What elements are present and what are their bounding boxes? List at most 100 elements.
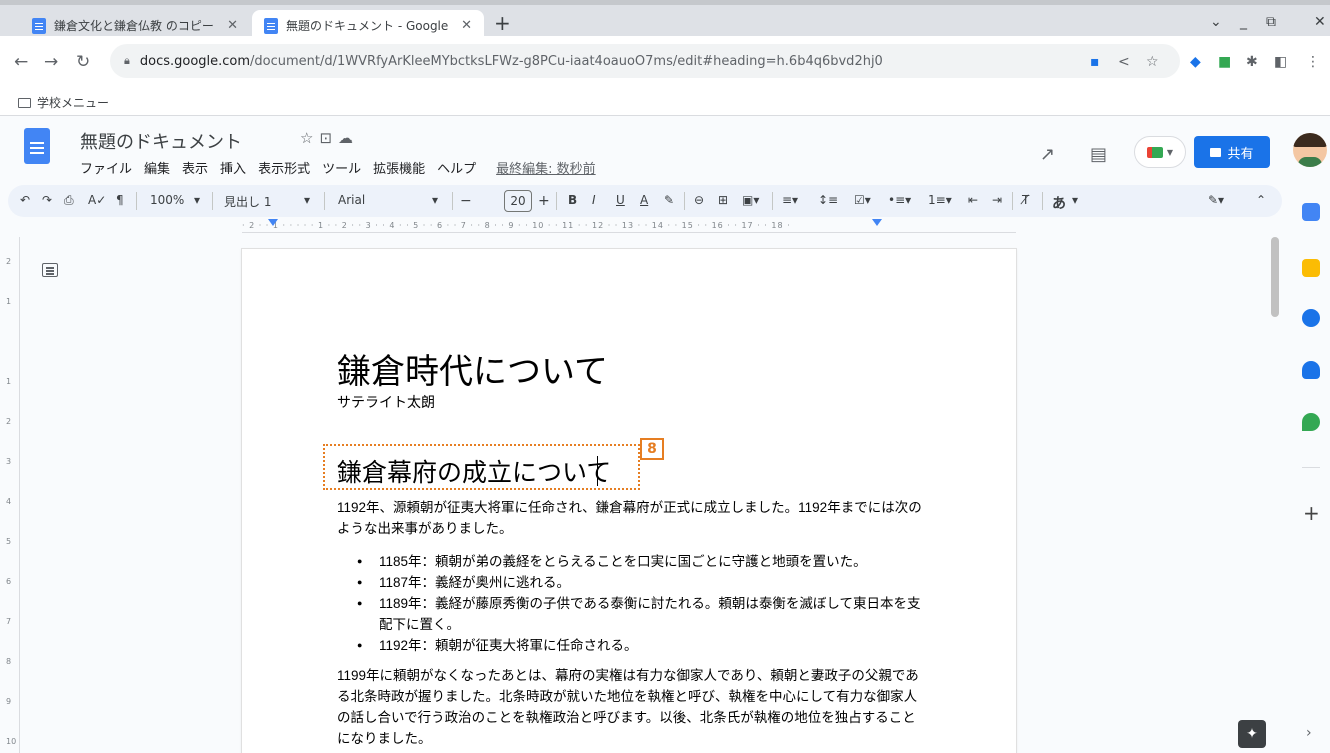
tab-search-icon[interactable]: ⌄ (1210, 14, 1222, 30)
zoom-select[interactable]: 100% (150, 193, 184, 207)
list-item[interactable]: 1192年：頼朝が征夷大将軍に任命される。 (337, 635, 927, 656)
add-addon-icon[interactable]: + (1303, 501, 1320, 525)
menu-tools[interactable]: ツール (322, 158, 361, 177)
underline-button[interactable]: U (616, 193, 625, 207)
bookmark-folder[interactable]: 学校メニュー (18, 94, 109, 111)
bold-button[interactable]: B (568, 193, 577, 207)
chevron-down-icon[interactable]: ▾ (194, 193, 200, 207)
close-icon[interactable]: ✕ (461, 18, 472, 33)
docs-offline-icon[interactable]: ▪ (1090, 54, 1100, 70)
collapse-menu-icon[interactable]: ⌃ (1256, 193, 1266, 207)
reload-icon[interactable]: ↻ (76, 52, 90, 72)
menu-file[interactable]: ファイル (80, 158, 132, 177)
menu-edit[interactable]: 編集 (144, 158, 170, 177)
menu-help[interactable]: ヘルプ (437, 158, 476, 177)
paragraph[interactable]: 1192年、源頼朝が征夷大将軍に任命され、鎌倉幕府が正式に成立しました。1192… (337, 497, 927, 539)
font-select[interactable]: Arial (338, 193, 365, 207)
list-item[interactable]: 1187年：義経が奥州に逃れる。 (337, 572, 927, 593)
menu-extensions[interactable]: 拡張機能 (373, 158, 425, 177)
document-title[interactable]: 無題のドキュメント (80, 128, 242, 154)
numbered-list-icon[interactable]: 1≡▾ (928, 193, 952, 207)
list-item[interactable]: 1185年：頼朝が弟の義経をとらえることを口実に国ごとに守護と地頭を置いた。 (337, 551, 927, 572)
link-icon[interactable]: ⊖ (694, 193, 704, 207)
maps-icon[interactable] (1302, 413, 1320, 431)
browser-menu-icon[interactable]: ⋮ (1306, 54, 1320, 70)
chevron-down-icon[interactable]: ▾ (1072, 193, 1078, 207)
tasks-icon[interactable] (1302, 309, 1320, 327)
document-outline-icon[interactable] (42, 263, 58, 277)
menu-format[interactable]: 表示形式 (258, 158, 310, 177)
italic-button[interactable]: I (592, 193, 596, 207)
paint-format-icon[interactable]: ¶ (116, 193, 124, 207)
shield-extension-icon[interactable]: ◆ (1190, 54, 1201, 70)
bookmark-star-icon[interactable]: ☆ (1146, 54, 1159, 70)
contacts-icon[interactable] (1302, 361, 1320, 379)
annotation-badge: 8 (640, 438, 664, 460)
address-bar[interactable]: 🔒︎ docs.google.com/document/d/1WVRfyArKl… (110, 44, 1180, 78)
scrollbar[interactable] (1271, 237, 1279, 317)
highlight-icon[interactable]: ✎ (664, 193, 674, 207)
vertical-ruler[interactable]: 211 234 567 8 9 10 (0, 237, 20, 753)
right-indent-marker[interactable] (872, 219, 882, 226)
redo-icon[interactable]: ↷ (42, 193, 52, 207)
document-heading-title[interactable]: 鎌倉時代について (337, 344, 608, 393)
last-edit-link[interactable]: 最終編集: 数秒前 (496, 158, 596, 177)
menu-insert[interactable]: 挿入 (220, 158, 246, 177)
avatar[interactable] (1293, 133, 1327, 167)
left-indent-marker[interactable] (268, 219, 278, 226)
lock-icon[interactable]: 🔒︎ (124, 54, 130, 68)
keep-icon[interactable] (1302, 259, 1320, 277)
decrease-indent-icon[interactable]: ⇤ (968, 193, 978, 207)
calendar-icon[interactable] (1302, 203, 1320, 221)
print-icon[interactable]: ⎙ (64, 193, 74, 208)
docs-icon (32, 17, 46, 34)
side-panel-icon[interactable]: ◧ (1274, 54, 1287, 70)
star-icon[interactable]: ☆ (300, 129, 319, 147)
editing-mode-icon[interactable]: ✎▾ (1208, 193, 1224, 207)
meet-button[interactable]: ▼ (1134, 136, 1186, 168)
paragraph[interactable]: 1199年に頼朝がなくなったあとは、幕府の実権は有力な御家人であり、頼朝と妻政子… (337, 665, 927, 749)
explore-icon[interactable]: ✦ (1238, 720, 1266, 748)
extension-icon[interactable]: ■ (1218, 54, 1231, 70)
forward-icon[interactable]: → (44, 52, 58, 72)
cloud-status-icon[interactable]: ☁ (338, 129, 359, 147)
chevron-down-icon[interactable]: ▾ (432, 193, 438, 207)
share-page-icon[interactable]: < (1118, 54, 1130, 70)
list-item[interactable]: 1189年：義経が藤原秀衡の子供である泰衡に討たれる。頼朝は泰衡を滅ぼして東日本… (337, 593, 927, 635)
input-mode-button[interactable]: あ (1052, 193, 1066, 213)
minimize-icon[interactable]: _ (1240, 14, 1247, 30)
decrease-size-button[interactable]: − (460, 193, 472, 209)
back-icon[interactable]: ← (14, 52, 28, 72)
horizontal-ruler[interactable]: · 2 · · 1 · · · · · 1 · · 2 · · 3 · · 4 … (242, 219, 1016, 233)
new-tab-icon[interactable]: + (494, 11, 511, 35)
activity-icon[interactable]: ↗ (1040, 144, 1055, 165)
docs-logo-icon[interactable] (24, 128, 50, 164)
line-spacing-icon[interactable]: ↕≡ (818, 193, 838, 207)
window-close-icon[interactable]: ✕ (1314, 14, 1326, 30)
document-author[interactable]: サテライト太朗 (337, 392, 435, 412)
undo-icon[interactable]: ↶ (20, 193, 30, 207)
bulleted-list-icon[interactable]: •≡▾ (888, 193, 911, 207)
move-folder-icon[interactable]: ⊡ (319, 129, 338, 147)
chevron-down-icon[interactable]: ▾ (304, 193, 310, 207)
align-icon[interactable]: ≡▾ (782, 193, 798, 207)
puzzle-icon[interactable]: ✱ (1246, 54, 1258, 70)
insert-image-icon[interactable]: ▣▾ (742, 193, 759, 207)
comments-icon[interactable]: ▤ (1090, 144, 1107, 165)
text-color-button[interactable]: A (640, 193, 648, 207)
share-button[interactable]: 共有 (1194, 136, 1270, 168)
checklist-icon[interactable]: ☑▾ (854, 193, 871, 207)
add-comment-icon[interactable]: ⊞ (718, 193, 728, 207)
close-icon[interactable]: ✕ (227, 18, 238, 33)
tab-label: 無題のドキュメント - Google (286, 19, 449, 33)
document-page[interactable]: 鎌倉時代について サテライト太朗 鎌倉幕府の成立について 8 1192年、源頼朝… (242, 249, 1016, 753)
menu-view[interactable]: 表示 (182, 158, 208, 177)
style-select[interactable]: 見出し 1 (224, 193, 271, 210)
restore-icon[interactable]: ⧉ (1266, 14, 1276, 30)
clear-formatting-icon[interactable]: T̸ (1022, 193, 1029, 207)
font-size-input[interactable]: 20 (504, 190, 532, 212)
increase-size-button[interactable]: + (538, 193, 550, 209)
chevron-right-icon[interactable]: › (1306, 725, 1312, 741)
increase-indent-icon[interactable]: ⇥ (992, 193, 1002, 207)
spellcheck-icon[interactable]: A✓ (88, 193, 106, 207)
